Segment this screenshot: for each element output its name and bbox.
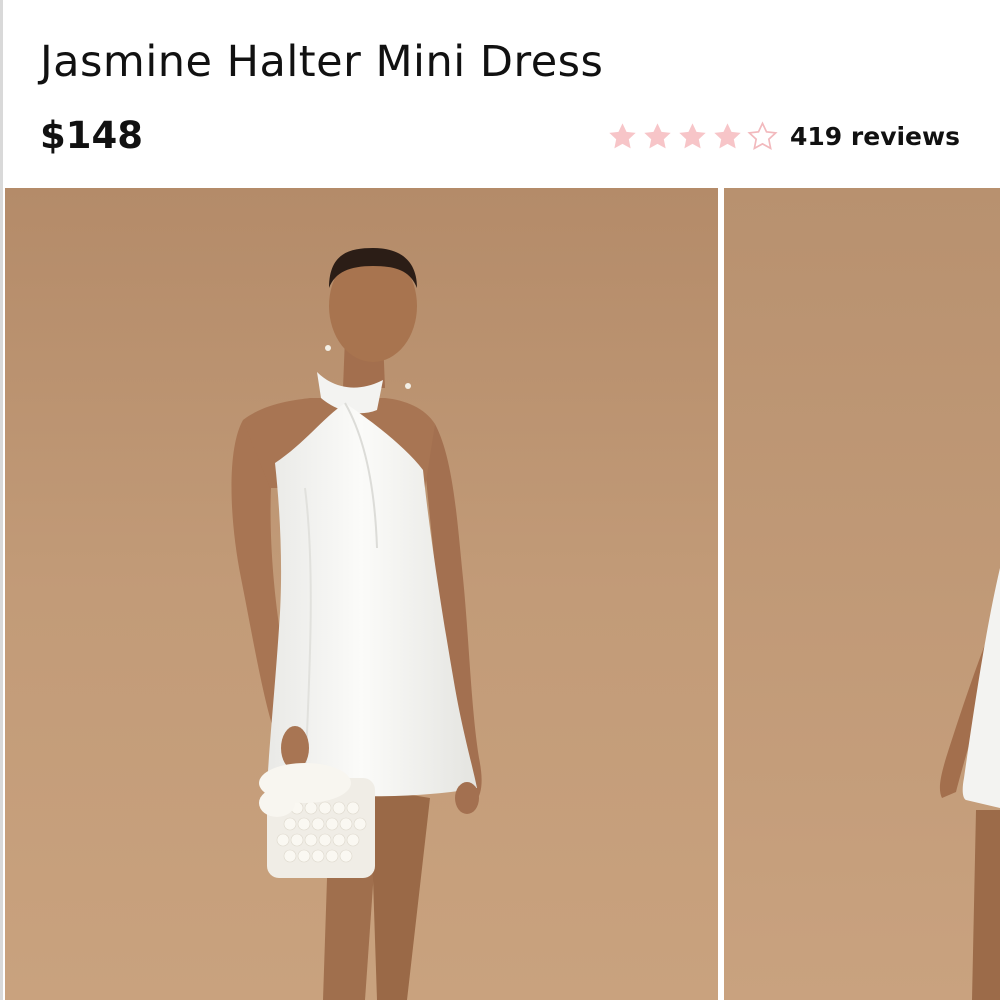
star-filled-icon [609, 122, 636, 148]
star-filled-icon [679, 122, 706, 148]
star-filled-icon [714, 122, 741, 148]
product-image-gallery[interactable] [5, 188, 1000, 1000]
star-outline-icon [747, 120, 778, 150]
product-title: Jasmine Halter Mini Dress [40, 37, 604, 87]
model-photo-side [724, 188, 1000, 1000]
star-filled-icon [644, 122, 671, 148]
product-price: $148 [40, 114, 143, 157]
product-rating[interactable]: 419 reviews [607, 116, 960, 156]
product-image-2[interactable] [724, 188, 1000, 1000]
reviews-count-link[interactable]: 419 reviews [790, 122, 960, 151]
model-photo-front [5, 188, 718, 1000]
product-image-1[interactable] [5, 188, 718, 1000]
rating-stars[interactable] [607, 120, 778, 152]
product-page: Jasmine Halter Mini Dress $148 419 revie… [0, 0, 1000, 1000]
page-left-border [0, 0, 3, 1000]
